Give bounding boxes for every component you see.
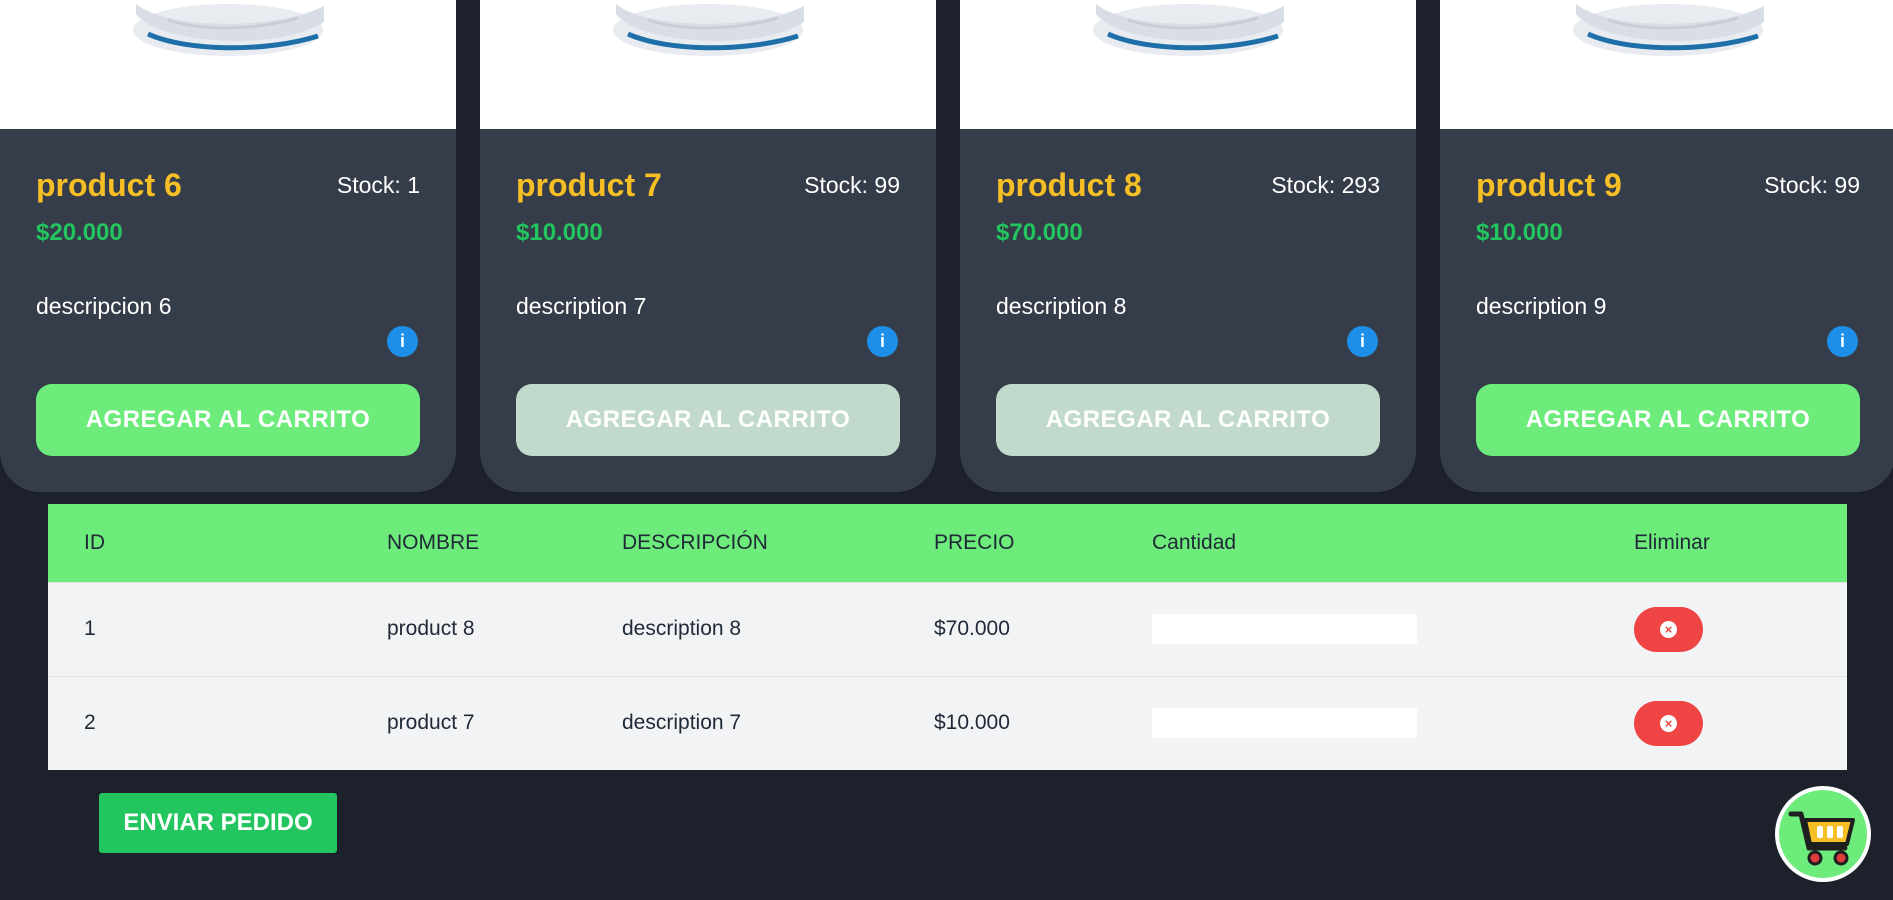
cell-description: description 7 bbox=[622, 711, 742, 735]
cell-id: 2 bbox=[84, 711, 96, 735]
product-description: description 8 bbox=[996, 293, 1127, 319]
product-title: product 6 bbox=[36, 167, 182, 203]
table-header-row: ID NOMBRE DESCRIPCIÓN PRECIO Cantidad El… bbox=[48, 504, 1847, 582]
table-row: 2 product 7 description 7 $10.000 × bbox=[48, 676, 1847, 770]
product-description: descripcion 6 bbox=[36, 293, 172, 319]
header-name: NOMBRE bbox=[387, 530, 480, 554]
shopping-cart-icon bbox=[1779, 790, 1867, 878]
product-card: product 9 Stock: 99 $10.000 description … bbox=[1440, 0, 1893, 492]
order-table: ID NOMBRE DESCRIPCIÓN PRECIO Cantidad El… bbox=[48, 504, 1847, 770]
product-grid: product 6 Stock: 1 $20.000 descripcion 6… bbox=[0, 0, 1893, 492]
header-quantity: Cantidad bbox=[1152, 530, 1237, 554]
quantity-input[interactable] bbox=[1152, 708, 1417, 739]
info-icon[interactable]: i bbox=[1347, 326, 1378, 357]
product-card: product 7 Stock: 99 $10.000 description … bbox=[480, 0, 936, 492]
product-image bbox=[0, 0, 456, 129]
cell-name: product 8 bbox=[387, 617, 475, 640]
product-price: $10.000 bbox=[516, 219, 603, 246]
product-title: product 8 bbox=[996, 167, 1142, 203]
product-description: description 9 bbox=[1476, 293, 1607, 319]
sneaker-image bbox=[1573, 4, 1764, 56]
sneaker-image bbox=[133, 4, 324, 56]
product-stock: Stock: 99 bbox=[1764, 172, 1860, 198]
product-title: product 9 bbox=[1476, 167, 1622, 203]
send-order-button[interactable]: ENVIAR PEDIDO bbox=[99, 793, 337, 853]
product-stock: Stock: 1 bbox=[336, 172, 420, 198]
product-price: $10.000 bbox=[1476, 219, 1563, 246]
cell-price: $70.000 bbox=[934, 617, 1010, 640]
info-icon[interactable]: i bbox=[867, 326, 898, 357]
cell-price: $10.000 bbox=[934, 711, 1010, 735]
add-to-cart-button[interactable]: AGREGAR AL CARRITO bbox=[516, 384, 900, 456]
info-icon[interactable]: i bbox=[1827, 326, 1858, 357]
product-title: product 7 bbox=[516, 167, 662, 203]
product-image bbox=[960, 0, 1416, 129]
x-circle-icon: × bbox=[1660, 620, 1677, 638]
product-stock: Stock: 293 bbox=[1271, 172, 1380, 198]
quantity-input[interactable] bbox=[1152, 614, 1417, 644]
product-price: $20.000 bbox=[36, 219, 123, 246]
info-icon[interactable]: i bbox=[387, 326, 418, 357]
add-to-cart-button[interactable]: AGREGAR AL CARRITO bbox=[36, 384, 420, 456]
header-delete: Eliminar bbox=[1634, 530, 1710, 554]
cart-button[interactable] bbox=[1775, 786, 1871, 882]
delete-button[interactable]: × bbox=[1634, 606, 1703, 652]
product-description: description 7 bbox=[516, 293, 647, 319]
product-card: product 6 Stock: 1 $20.000 descripcion 6… bbox=[0, 0, 456, 492]
product-card: product 8 Stock: 293 $70.000 description… bbox=[960, 0, 1416, 492]
header-id: ID bbox=[84, 530, 105, 554]
cell-description: description 8 bbox=[622, 617, 742, 640]
product-stock: Stock: 99 bbox=[804, 172, 900, 198]
header-price: PRECIO bbox=[934, 530, 1015, 554]
add-to-cart-button[interactable]: AGREGAR AL CARRITO bbox=[1476, 384, 1860, 456]
product-image bbox=[480, 0, 936, 129]
add-to-cart-button[interactable]: AGREGAR AL CARRITO bbox=[996, 384, 1380, 456]
sneaker-image bbox=[1093, 4, 1284, 56]
product-price: $70.000 bbox=[996, 219, 1083, 246]
cell-id: 1 bbox=[84, 617, 96, 640]
table-row: 1 product 8 description 8 $70.000 × bbox=[48, 582, 1847, 676]
delete-button[interactable]: × bbox=[1634, 700, 1703, 746]
sneaker-image bbox=[613, 4, 804, 56]
x-circle-icon: × bbox=[1660, 714, 1677, 732]
cell-name: product 7 bbox=[387, 711, 475, 735]
product-image bbox=[1440, 0, 1893, 129]
header-description: DESCRIPCIÓN bbox=[622, 530, 768, 554]
